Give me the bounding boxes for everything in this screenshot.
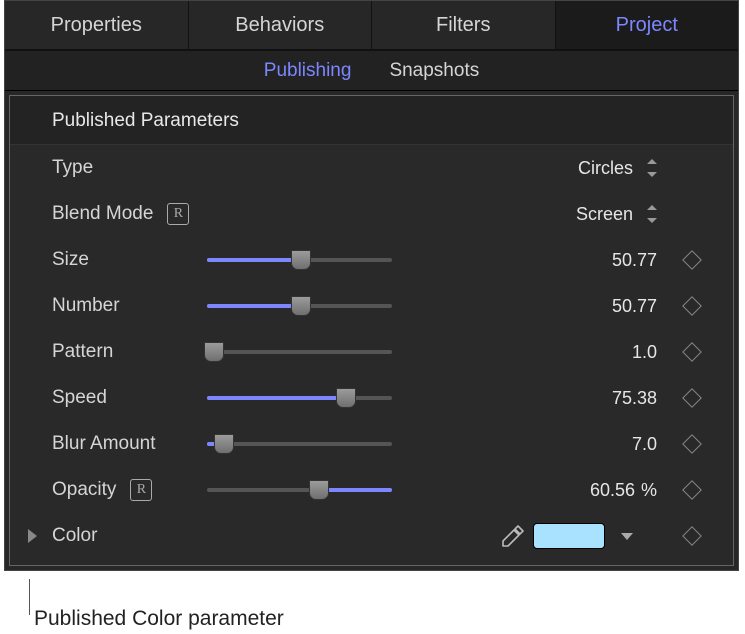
param-row-size: Size 50.77 <box>10 237 733 283</box>
popup-arrows-icon <box>645 206 657 222</box>
opacity-slider[interactable] <box>207 478 392 502</box>
pattern-slider[interactable] <box>207 340 392 364</box>
rig-badge: R <box>130 479 152 501</box>
param-row-blend-mode: Blend Mode R Screen <box>10 191 733 237</box>
speed-value[interactable]: 75.38 <box>612 388 657 409</box>
callout-leader-line <box>29 579 30 615</box>
param-label: Blur Amount <box>52 433 156 455</box>
callout: Published Color parameter <box>0 579 745 634</box>
param-label: Type <box>52 157 93 179</box>
param-label: Blend Mode <box>52 203 153 225</box>
param-row-opacity: Opacity R 60.56 % <box>10 467 733 513</box>
chevron-down-icon[interactable] <box>621 533 633 540</box>
keyframe-icon[interactable] <box>682 388 702 408</box>
tab-behaviors[interactable]: Behaviors <box>189 1 373 49</box>
popup-arrows-icon <box>645 160 657 176</box>
keyframe-icon[interactable] <box>682 480 702 500</box>
section-title: Published Parameters <box>10 96 733 145</box>
size-slider[interactable] <box>207 248 392 272</box>
inspector-panel: Properties Behaviors Filters Project Pub… <box>4 0 739 571</box>
param-label: Size <box>52 249 89 271</box>
blend-mode-value: Screen <box>576 204 633 225</box>
keyframe-icon[interactable] <box>682 434 702 454</box>
type-value: Circles <box>578 158 633 179</box>
number-value[interactable]: 50.77 <box>612 296 657 317</box>
size-value[interactable]: 50.77 <box>612 250 657 271</box>
opacity-value[interactable]: 60.56 <box>590 480 635 501</box>
blur-value[interactable]: 7.0 <box>632 434 657 455</box>
inspector-top-tabs: Properties Behaviors Filters Project <box>5 1 738 51</box>
param-label: Speed <box>52 387 107 409</box>
subtab-snapshots[interactable]: Snapshots <box>389 60 479 82</box>
callout-label: Published Color parameter <box>34 607 284 631</box>
keyframe-icon[interactable] <box>682 342 702 362</box>
param-label: Pattern <box>52 341 113 363</box>
inspector-sub-tabs: Publishing Snapshots <box>5 51 738 91</box>
param-row-number: Number 50.77 <box>10 283 733 329</box>
eyedropper-icon[interactable] <box>499 522 527 550</box>
subtab-publishing[interactable]: Publishing <box>264 60 352 82</box>
param-label: Number <box>52 295 120 317</box>
keyframe-icon[interactable] <box>682 250 702 270</box>
param-label: Color <box>52 525 97 547</box>
param-row-type: Type Circles <box>10 145 733 191</box>
blend-mode-popup[interactable]: Screen <box>533 204 663 225</box>
param-label: Opacity <box>52 479 116 501</box>
pattern-value[interactable]: 1.0 <box>632 342 657 363</box>
param-row-pattern: Pattern 1.0 <box>10 329 733 375</box>
type-popup[interactable]: Circles <box>533 158 663 179</box>
keyframe-icon[interactable] <box>682 296 702 316</box>
tab-project[interactable]: Project <box>556 1 739 49</box>
param-row-blur: Blur Amount 7.0 <box>10 421 733 467</box>
color-well[interactable] <box>533 523 605 549</box>
rig-badge: R <box>167 203 189 225</box>
param-row-color: Color <box>10 513 733 559</box>
tab-properties[interactable]: Properties <box>5 1 189 49</box>
keyframe-icon[interactable] <box>682 526 702 546</box>
number-slider[interactable] <box>207 294 392 318</box>
disclosure-triangle-icon[interactable] <box>28 529 37 543</box>
param-row-speed: Speed 75.38 <box>10 375 733 421</box>
tab-filters[interactable]: Filters <box>372 1 556 49</box>
blur-slider[interactable] <box>207 432 392 456</box>
speed-slider[interactable] <box>207 386 392 410</box>
published-parameters-section: Published Parameters Type Circles Blend … <box>9 95 734 566</box>
opacity-unit: % <box>641 480 657 501</box>
